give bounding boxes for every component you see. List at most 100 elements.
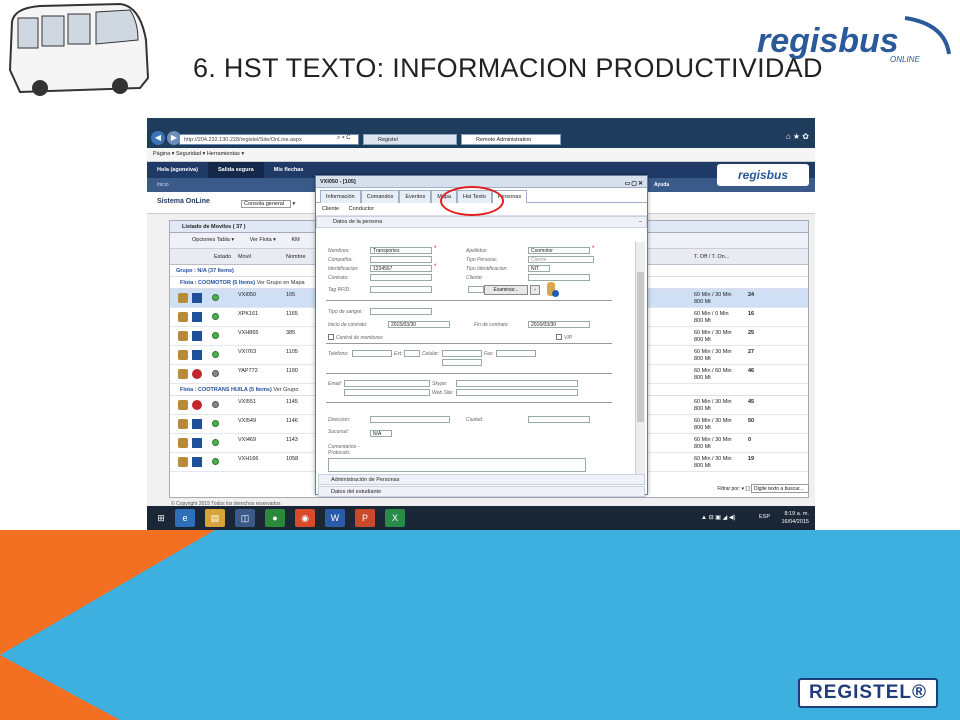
person-icon[interactable] xyxy=(178,350,188,360)
divider xyxy=(326,402,612,403)
examinar-button[interactable]: Examinar... xyxy=(484,285,528,295)
chrome-icon[interactable]: ◉ xyxy=(295,509,315,527)
browser-tab-remote-admin[interactable]: Remote Administration xyxy=(461,134,561,145)
input-website[interactable] xyxy=(456,389,578,396)
tray-icons[interactable]: ▲ ⊟ ▣ ◢ ◀) xyxy=(701,514,736,521)
status-icon xyxy=(212,401,219,408)
brand-top-sub: ONLINE xyxy=(890,55,920,64)
input-tipo-sangre[interactable] xyxy=(370,308,432,315)
input-tag-rfid[interactable] xyxy=(370,286,432,293)
checkbox-vip[interactable] xyxy=(556,334,562,340)
upload-icon[interactable]: › xyxy=(530,285,540,295)
col-toff-ton[interactable]: T. Off / T. On... xyxy=(694,254,729,260)
km-button[interactable]: KM xyxy=(291,237,299,243)
command-bar[interactable]: Página ▾ Seguridad ▾ Herramientas ▾ xyxy=(147,148,815,162)
fleet-map-link[interactable]: Ver Grupo en Mapa xyxy=(257,280,305,286)
label-contrato: Contrato: xyxy=(328,275,349,281)
cell-movil: XPK161 xyxy=(238,311,259,317)
section-admin-personas[interactable]: Administración de Personas xyxy=(318,474,645,485)
person-icon[interactable] xyxy=(178,312,188,322)
label-vip: VIP xyxy=(564,335,573,341)
start-icon[interactable]: ⊞ xyxy=(151,509,171,527)
cell-movil: VXI469 xyxy=(238,437,257,443)
address-controls[interactable]: ⌕ ▾ C xyxy=(337,135,351,142)
section-datos-estudiante[interactable]: Datos del estudiante xyxy=(318,486,645,497)
input-direccion[interactable] xyxy=(370,416,450,423)
company-logo-icon xyxy=(192,457,202,467)
person-section-header[interactable]: Datos de la persona − xyxy=(316,216,647,228)
language-indicator[interactable]: ESP xyxy=(759,514,770,520)
cell-value: 46 xyxy=(748,368,755,374)
table-options-button[interactable]: Opciones Tabla ▾ xyxy=(192,237,234,243)
input-email[interactable] xyxy=(344,380,430,387)
checkbox-central[interactable] xyxy=(328,334,334,340)
person-icon[interactable] xyxy=(178,331,188,341)
person-icon[interactable] xyxy=(178,369,188,379)
input-celular[interactable] xyxy=(442,350,482,357)
col-nombre[interactable]: Nombre xyxy=(286,254,306,260)
browser-window-icons[interactable]: ⌂ ★ ✿ xyxy=(786,132,809,141)
input-contrato[interactable] xyxy=(370,274,432,281)
person-icon[interactable] xyxy=(178,400,188,410)
input-ciudad[interactable] xyxy=(528,416,590,423)
person-icon[interactable] xyxy=(178,293,188,303)
input-ext[interactable] xyxy=(404,350,420,357)
back-icon[interactable]: ◀ xyxy=(151,131,165,145)
label-ext: Ext: xyxy=(394,351,403,357)
input-fin-contrato[interactable]: 2016/03/30 xyxy=(528,321,590,328)
input-nombres[interactable]: Transportes xyxy=(370,247,432,254)
person-icon[interactable] xyxy=(178,457,188,467)
word-icon[interactable]: W xyxy=(325,509,345,527)
media-icon[interactable]: ● xyxy=(265,509,285,527)
powerpoint-icon[interactable]: P xyxy=(355,509,375,527)
nav-user[interactable]: Hola (agoneiva) xyxy=(147,162,208,178)
select-tipo-persona[interactable]: Cliente xyxy=(528,256,594,263)
person-icon[interactable] xyxy=(178,419,188,429)
col-estado[interactable]: Estado xyxy=(214,254,231,260)
col-movil[interactable]: Movil xyxy=(238,254,251,260)
clock[interactable]: 8:19 a. m. 16/04/2015 xyxy=(781,510,809,526)
collapse-icon[interactable]: − xyxy=(639,217,642,228)
input-celular-2[interactable] xyxy=(442,359,482,366)
cell-value: 19 xyxy=(748,456,755,462)
file-path-input[interactable] xyxy=(468,286,484,293)
select-tipo-identificacion[interactable]: NIT xyxy=(528,265,550,272)
nav-arrows[interactable]: Mis flechas xyxy=(264,162,314,178)
dialog-scrollbar[interactable] xyxy=(635,242,645,474)
cell-distance: 800 Mt xyxy=(694,463,711,469)
input-apellidos[interactable]: Coomotor xyxy=(528,247,590,254)
input-telefono[interactable] xyxy=(352,350,392,357)
filter-label[interactable]: Filtrar por: ▾ xyxy=(717,486,744,492)
excel-icon[interactable]: X xyxy=(385,509,405,527)
fleet-map-link[interactable]: Ver Grupo xyxy=(273,387,298,393)
person-icon[interactable] xyxy=(178,438,188,448)
scrollbar-thumb[interactable] xyxy=(637,272,644,422)
view-fleet-button[interactable]: Ver Flota ▾ xyxy=(250,237,276,243)
input-skype[interactable] xyxy=(456,380,578,387)
input-comentarios[interactable] xyxy=(328,458,586,472)
label-inicio-contrato: Inicio de contrato: xyxy=(328,322,368,328)
input-inicio-contrato[interactable]: 2015/03/30 xyxy=(388,321,450,328)
network-icon[interactable]: ◫ xyxy=(235,509,255,527)
help-link[interactable]: Ayuda xyxy=(654,178,669,192)
tab-eventos[interactable]: Eventos xyxy=(399,190,432,203)
nav-safe-exit[interactable]: Salida segura xyxy=(207,162,264,178)
select-sucursal[interactable]: N/A xyxy=(370,430,392,437)
input-email-2[interactable] xyxy=(344,389,430,396)
input-fax[interactable] xyxy=(496,350,536,357)
browser-tab-registel[interactable]: Registel xyxy=(363,134,457,145)
input-compania[interactable] xyxy=(370,256,432,263)
explorer-icon[interactable]: ▤ xyxy=(205,509,225,527)
ie-icon[interactable]: e xyxy=(175,509,195,527)
console-select[interactable]: Consola general ▾ xyxy=(241,200,295,208)
subtab-conductor[interactable]: Conductor xyxy=(349,206,374,212)
tab-comandos[interactable]: Comandos xyxy=(360,190,400,203)
address-bar[interactable]: http://204.232.130.228/registel/Site/OnL… xyxy=(179,134,359,145)
input-cliente[interactable] xyxy=(528,274,590,281)
filter-input[interactable]: Digite texto a buscar... xyxy=(751,484,809,493)
tab-informacion[interactable]: Información xyxy=(320,190,361,203)
subnav-inicio[interactable]: Inicio xyxy=(157,182,169,188)
subtab-cliente[interactable]: Cliente xyxy=(322,206,339,212)
info-icon[interactable] xyxy=(552,290,559,297)
input-identificacion[interactable]: 1234567 xyxy=(370,265,432,272)
